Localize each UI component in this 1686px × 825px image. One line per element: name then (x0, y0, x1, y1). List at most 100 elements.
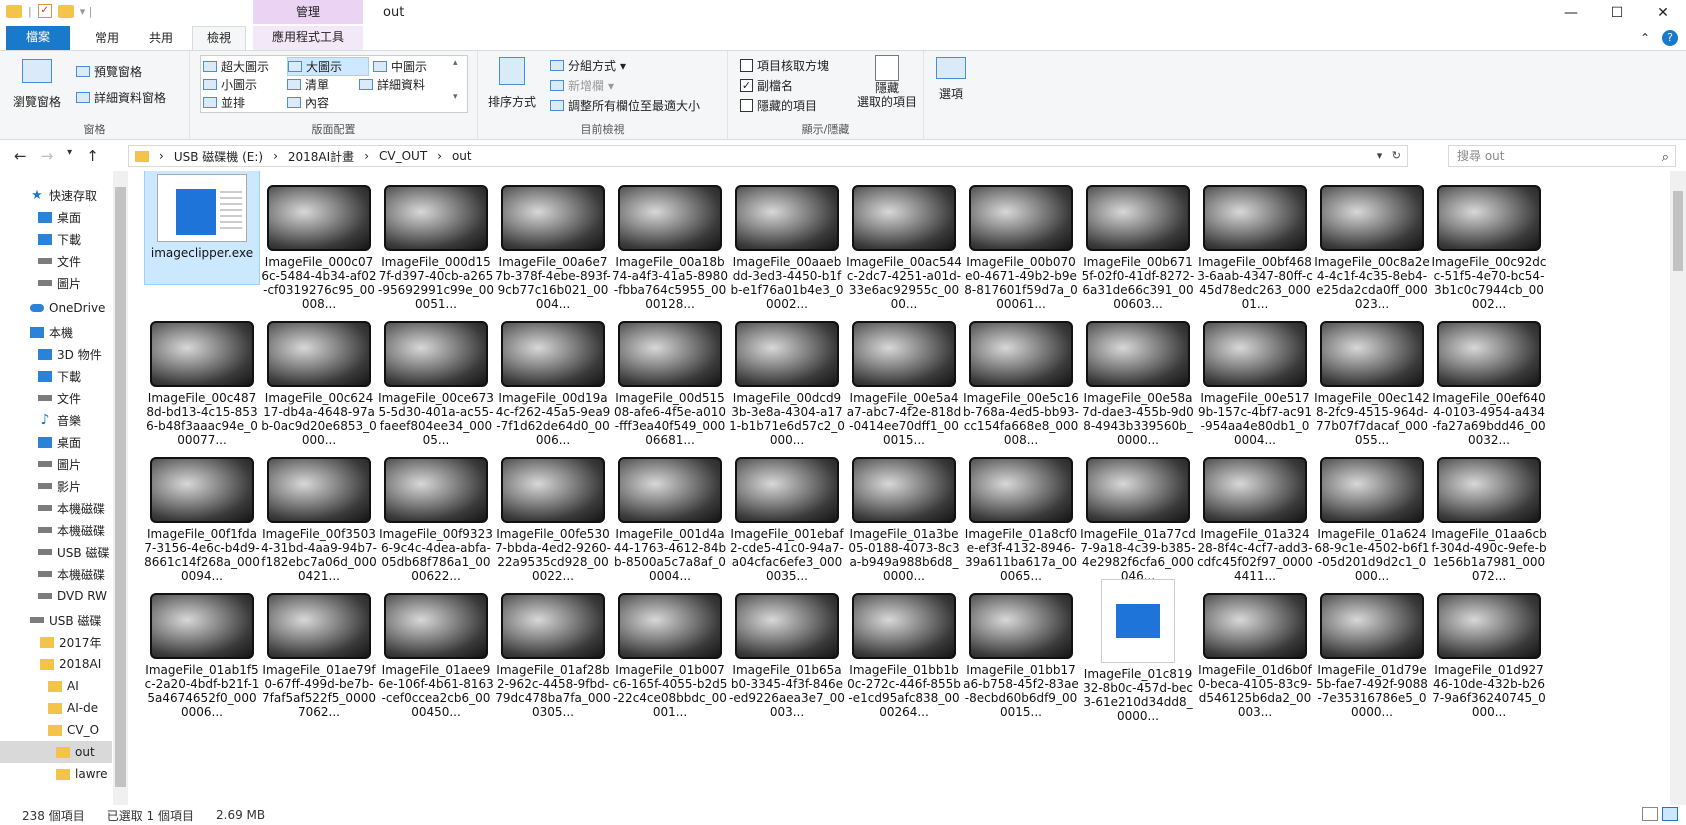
file-item[interactable]: ImageFile_01aa6cbf-304d-490c-9efe-b1e56b… (1431, 443, 1547, 583)
nav-item[interactable]: ♪ 音樂 (0, 409, 112, 431)
nav-item[interactable]: 下載 (0, 228, 112, 250)
file-item[interactable]: ImageFile_00c8a2e4-4c1f-4c35-8eb4-e25da2… (1314, 171, 1430, 311)
search-input[interactable]: 搜尋 out ⌕ (1448, 145, 1676, 167)
layout-details[interactable]: 詳細資料 (359, 76, 425, 93)
item-checkboxes-toggle[interactable]: 項目核取方塊 (740, 57, 829, 74)
add-columns-button[interactable]: 新增欄 ▾ (550, 77, 614, 94)
nav-item[interactable]: 本機磁碟 (0, 519, 112, 541)
file-item[interactable]: ImageFile_00ef6404-0103-4954-a434-fa27a6… (1431, 307, 1547, 447)
recent-chevron-icon[interactable]: ▾ (67, 147, 72, 165)
file-item[interactable]: ImageFile_00f93236-9c4c-4dea-abfa-05db68… (378, 443, 494, 583)
nav-item[interactable]: 本機磁碟 (0, 563, 112, 585)
nav-item[interactable]: 桌面 (0, 206, 112, 228)
tab-file[interactable]: 檔案 (6, 26, 70, 50)
file-item[interactable]: ImageFile_00c62417-db4a-4648-97ab-0ac9d2… (261, 307, 377, 447)
file-item[interactable]: ImageFile_00f1fda7-3156-4e6c-b4d9-8661c1… (144, 443, 260, 583)
nav-item[interactable]: AI (0, 675, 112, 697)
layout-small-icons[interactable]: 小圖示 (203, 76, 257, 93)
nav-item[interactable]: 圖片 (0, 272, 112, 294)
back-arrow-icon[interactable]: ← (14, 147, 27, 165)
nav-item[interactable]: 本機 (0, 321, 112, 343)
nav-item[interactable]: 2018AI (0, 653, 112, 675)
file-item[interactable]: ImageFile_00f35034-31bd-4aa9-94b7-f182eb… (261, 443, 377, 583)
file-item[interactable]: ImageFile_01a62468-9c1e-4502-b6f1-05d201… (1314, 443, 1430, 583)
file-item[interactable]: ImageFile_00b070e0-4671-49b2-b9e8-817601… (963, 171, 1079, 311)
nav-item[interactable]: out (0, 741, 112, 763)
file-item[interactable]: ImageFile_00b6715f-02f0-41df-8272-6a31de… (1080, 171, 1196, 311)
address-dropdown-icon[interactable]: ▾ (1377, 149, 1383, 162)
collapse-ribbon-icon[interactable]: ⌃ (1640, 31, 1650, 45)
qat-dropdown-icon[interactable]: ▾ | (80, 5, 93, 18)
close-button[interactable]: ✕ (1640, 0, 1686, 26)
file-item[interactable]: ImageFile_00ce6735-5d30-401a-ac55-faeef8… (378, 307, 494, 447)
file-item[interactable]: ImageFile_00fe5307-bbda-4ed2-9260-22a953… (495, 443, 611, 583)
file-item[interactable]: ImageFile_01a3be05-0188-4073-8c3a-b949a9… (846, 443, 962, 583)
nav-item[interactable]: 3D 物件 (0, 343, 112, 365)
group-by-button[interactable]: 分組方式 ▾ (550, 57, 626, 74)
gallery-more-icon[interactable]: ▾ (453, 92, 458, 102)
breadcrumb-usb[interactable]: USB 磁碟機 (E:) (174, 148, 263, 165)
file-item[interactable]: ImageFile_00ac544c-2dc7-4251-a01d-33e6ac… (846, 171, 962, 311)
nav-item[interactable]: AI-de (0, 697, 112, 719)
preview-pane-button[interactable]: 預覽窗格 (76, 63, 142, 80)
refresh-icon[interactable]: ↻ (1392, 149, 1401, 162)
up-arrow-icon[interactable]: ↑ (86, 147, 99, 165)
layout-medium-icons[interactable]: 中圖示 (373, 58, 427, 75)
file-item[interactable]: ImageFile_01b65ab0-3345-4f3f-846e-ed9226… (729, 579, 845, 719)
hidden-items-toggle[interactable]: 隱藏的項目 (740, 97, 817, 114)
nav-item[interactable]: 2017年 (0, 631, 112, 653)
nav-item[interactable]: 桌面 (0, 431, 112, 453)
file-item[interactable]: ImageFile_00a18b74-a4f3-41a5-8980-fbba76… (612, 171, 728, 311)
file-item[interactable]: ImageFile_01ae79f0-67ff-499d-be7b-7faf5a… (261, 579, 377, 719)
file-item[interactable]: imageclipper.exe (144, 171, 260, 285)
file-item[interactable]: ImageFile_00a6e77b-378f-4ebe-893f-9cb77c… (495, 171, 611, 311)
nav-item[interactable]: CV_O (0, 719, 112, 741)
large-icons-view-icon[interactable] (1662, 807, 1678, 821)
minimize-button[interactable]: — (1548, 0, 1594, 26)
file-item[interactable]: ImageFile_00e5179b-157c-4bf7-ac91-954aa4… (1197, 307, 1313, 447)
layout-content[interactable]: 內容 (287, 94, 329, 111)
file-item[interactable]: ImageFile_00d51508-afe6-4f5e-a010-fff3ea… (612, 307, 728, 447)
layout-tiles[interactable]: 並排 (203, 94, 245, 111)
nav-item[interactable]: USB 磁碟 (0, 541, 112, 563)
file-item[interactable]: ImageFile_01aee96e-106f-4b61-8163-cef0cc… (378, 579, 494, 719)
nav-item[interactable]: 文件 (0, 387, 112, 409)
breadcrumb-cv-out[interactable]: CV_OUT (379, 149, 427, 163)
gallery-scroll-icon[interactable]: ▴ (453, 58, 458, 68)
layout-large-icons[interactable]: 大圖示 (287, 57, 369, 76)
nav-item[interactable]: OneDrive (0, 297, 112, 319)
manage-context-tab[interactable]: 管理 (253, 0, 363, 24)
tab-home[interactable]: 常用 (82, 26, 132, 50)
nav-item[interactable]: 本機磁碟 (0, 497, 112, 519)
file-item[interactable]: ImageFile_01a77cd7-9a18-4c39-b385-4e2982… (1080, 443, 1196, 583)
nav-pane-button[interactable]: 瀏覽窗格 (8, 59, 66, 110)
file-item[interactable]: ImageFile_00aaebdd-3ed3-4450-b1fb-e1f76a… (729, 171, 845, 311)
file-item[interactable]: ImageFile_00c92dcc-51f5-4e70-bc54-3b1c0c… (1431, 171, 1547, 311)
help-icon[interactable]: ? (1662, 30, 1678, 46)
file-item[interactable]: ImageFile_01af28b2-962c-4458-9fbd-79dc47… (495, 579, 611, 719)
nav-item[interactable]: 影片 (0, 475, 112, 497)
options-button[interactable]: 選項 (930, 57, 972, 102)
nav-item[interactable]: lawre (0, 763, 112, 785)
tab-app-tools[interactable]: 應用程式工具 (253, 26, 363, 50)
file-item[interactable]: ImageFile_00bf4683-6aab-4347-80ff-c45d78… (1197, 171, 1313, 311)
nav-item[interactable]: 圖片 (0, 453, 112, 475)
file-item[interactable]: ImageFile_00c4878d-bd13-4c15-8536-b48f3a… (144, 307, 260, 447)
forward-arrow-icon[interactable]: → (41, 147, 54, 165)
file-item[interactable]: ImageFile_00dcd93b-3e8a-4304-a171-b1b71e… (729, 307, 845, 447)
file-item[interactable]: ImageFile_01ab1f5c-2a20-4bdf-b21f-15a467… (144, 579, 260, 719)
file-item[interactable]: ImageFile_00e5c16b-768a-4ed5-bb93-cc154f… (963, 307, 1079, 447)
file-item[interactable]: ImageFile_01c81932-8b0c-457d-bec3-61e210… (1080, 579, 1196, 723)
file-item[interactable]: ImageFile_01a32428-8f4c-4cf7-add3-cdfc45… (1197, 443, 1313, 583)
nav-item[interactable]: ★ 快速存取 (0, 184, 112, 206)
layout-list[interactable]: 清單 (287, 76, 329, 93)
new-folder-icon[interactable] (57, 4, 74, 18)
sort-by-button[interactable]: 排序方式 (484, 57, 540, 110)
properties-icon[interactable]: ✓ (37, 4, 52, 18)
details-view-icon[interactable] (1642, 807, 1658, 821)
details-pane-button[interactable]: 詳細資料窗格 (76, 89, 166, 106)
size-all-columns-button[interactable]: 調整所有欄位至最適大小 (550, 97, 700, 114)
file-item[interactable]: ImageFile_001ebaf2-cde5-41c0-94a7-a04cfa… (729, 443, 845, 583)
tab-share[interactable]: 共用 (136, 26, 186, 50)
file-extensions-toggle[interactable]: ✓ 副檔名 (740, 77, 793, 94)
